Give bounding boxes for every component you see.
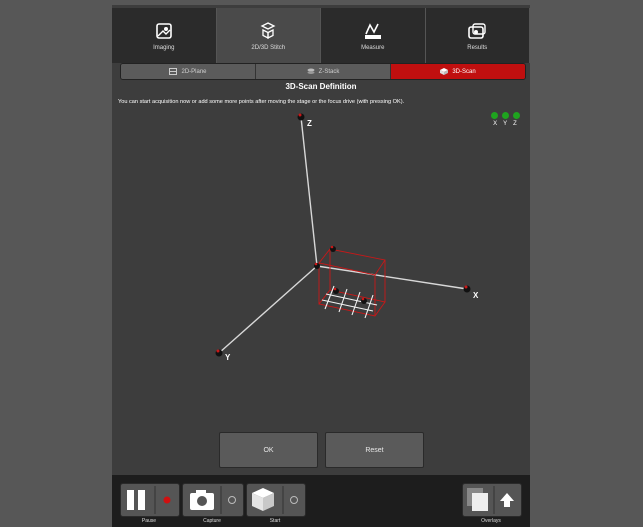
start-button[interactable]	[246, 483, 306, 517]
overlays-label: Overlays	[481, 518, 501, 524]
y-axis-label: Y	[225, 353, 231, 362]
scan-point[interactable]	[330, 245, 336, 252]
capture-button[interactable]	[182, 483, 244, 517]
overlays-button[interactable]	[462, 483, 522, 517]
scan-point[interactable]	[463, 285, 471, 293]
scan-point[interactable]	[361, 297, 367, 304]
scan-grid	[321, 285, 378, 319]
z-axis-label: Z	[307, 119, 312, 128]
pause-icon	[127, 486, 171, 514]
capture-label: Capture	[203, 518, 221, 524]
main-panel: Imaging 2D/3D Stitch Measure Results 2D-…	[112, 5, 530, 527]
y-axis-line	[218, 265, 318, 354]
scan-point[interactable]	[215, 349, 223, 357]
scan-point[interactable]	[333, 287, 339, 294]
bottom-toolbar: Pause Capture Start Overlays	[112, 475, 530, 527]
cube-icon	[252, 486, 298, 514]
scan-point[interactable]	[297, 113, 305, 121]
x-axis-line	[316, 265, 468, 290]
ok-button[interactable]: OK	[219, 432, 318, 468]
z-axis-line	[300, 116, 318, 267]
camera-icon	[190, 486, 236, 514]
pause-button[interactable]	[120, 483, 180, 517]
pause-label: Pause	[141, 518, 157, 524]
start-label: Start	[269, 518, 281, 524]
x-axis-label: X	[473, 291, 479, 300]
reset-button[interactable]: Reset	[325, 432, 424, 468]
3d-scan-viewport[interactable]	[112, 5, 530, 425]
overlays-icon	[467, 486, 514, 514]
